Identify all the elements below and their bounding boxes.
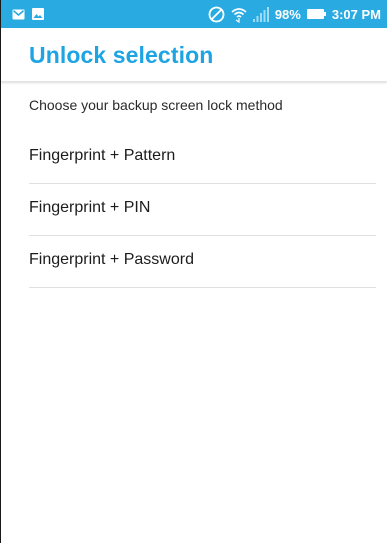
image-icon [32,8,44,20]
app-bar: Unlock selection [1,28,387,82]
wifi-icon [231,6,247,23]
page-title: Unlock selection [29,42,214,68]
gmail-icon [12,9,25,20]
screen: 98% 3:07 PM Unlock selection Choose your… [0,0,387,543]
status-bar: 98% 3:07 PM [1,0,387,28]
option-label: Fingerprint + Pattern [29,147,176,164]
option-fingerprint-pin[interactable]: Fingerprint + PIN [29,184,376,236]
option-fingerprint-password[interactable]: Fingerprint + Password [29,236,376,288]
option-label: Fingerprint + PIN [29,199,151,216]
option-fingerprint-pattern[interactable]: Fingerprint + Pattern [29,132,376,184]
system-status-area: 98% 3:07 PM [208,6,387,23]
clock: 3:07 PM [331,6,381,22]
battery-percent: 98% [274,6,301,22]
do-not-disturb-icon [208,6,225,23]
cell-signal-icon [252,6,269,22]
option-label: Fingerprint + Password [29,251,194,268]
notification-area [1,8,44,20]
instruction-text: Choose your backup screen lock method [29,97,283,113]
battery-icon [306,9,326,19]
